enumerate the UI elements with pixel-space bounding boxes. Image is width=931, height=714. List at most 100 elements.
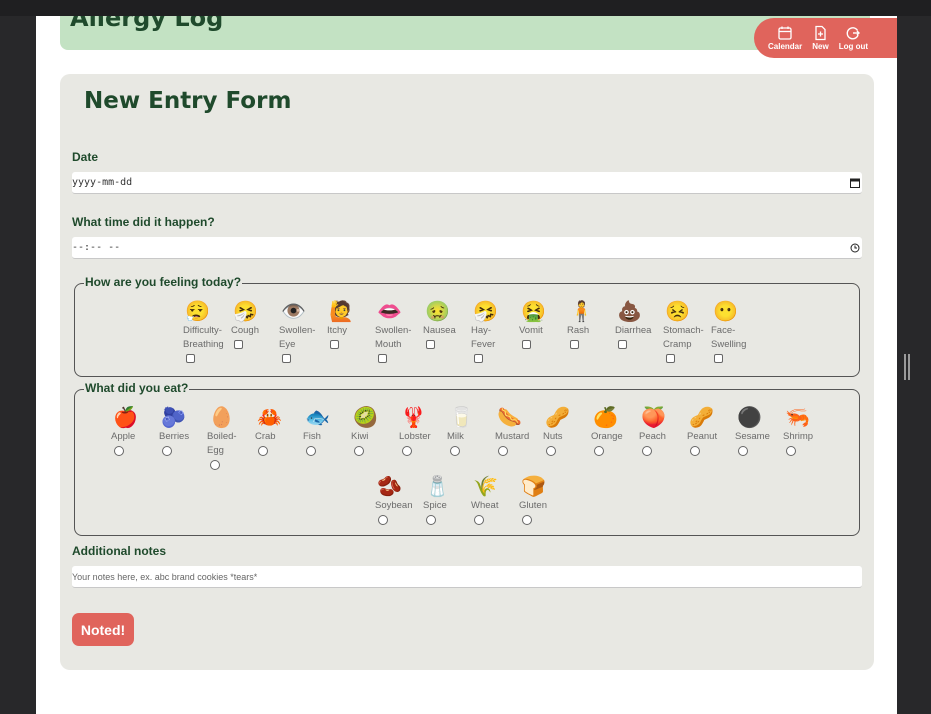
rash-icon: 🧍: [569, 301, 594, 323]
option-label: Stomach- Cramp: [663, 325, 704, 350]
food-option[interactable]: 🥜 Nuts: [543, 406, 591, 456]
food-radio[interactable]: [738, 446, 748, 456]
symptom-checkbox[interactable]: [330, 340, 339, 349]
crab-icon: 🦀: [257, 407, 282, 429]
symptom-checkbox[interactable]: [474, 354, 483, 363]
symptom-checkbox[interactable]: [186, 354, 195, 363]
symptom-option[interactable]: 🙋 Itchy: [327, 300, 375, 349]
food-option[interactable]: 🫐 Berries: [159, 406, 207, 456]
page: Allergy Log Calendar New Log out New Ent…: [36, 16, 897, 714]
food-radio[interactable]: [690, 446, 700, 456]
food-option[interactable]: 🦞 Lobster: [399, 406, 447, 456]
symptom-option[interactable]: 👁️ Swollen- Eye: [279, 300, 327, 363]
time-input[interactable]: --:-- --: [72, 237, 862, 259]
nav-calendar[interactable]: Calendar: [768, 25, 802, 51]
symptom-option[interactable]: 🤢 Nausea: [423, 300, 471, 349]
calendar-picker-icon[interactable]: [850, 178, 860, 188]
submit-button[interactable]: Noted!: [72, 613, 134, 646]
option-label: Shrimp: [783, 431, 814, 442]
food-radio[interactable]: [450, 446, 460, 456]
logout-icon: [846, 27, 861, 40]
food-option[interactable]: 🥜 Peanut: [687, 406, 735, 456]
date-value: yyyy-mm-dd: [72, 177, 133, 188]
food-radio[interactable]: [786, 446, 796, 456]
food-option[interactable]: 🫘 Soybean: [375, 475, 423, 525]
option-label: Cough: [231, 325, 259, 336]
app-title: Allergy Log: [70, 16, 224, 32]
nav-bar: Calendar New Log out: [754, 18, 897, 58]
symptom-option[interactable]: 🤧 Cough: [231, 300, 279, 349]
food-radio[interactable]: [522, 515, 532, 525]
food-option[interactable]: 🍞 Gluten: [519, 475, 567, 525]
food-option[interactable]: 🍑 Peach: [639, 406, 687, 456]
symptom-option[interactable]: 👄 Swollen- Mouth: [375, 300, 423, 363]
vomit-icon: 🤮: [521, 301, 546, 323]
browser-top-strip: [0, 0, 931, 16]
hay-fever-icon: 🤧: [473, 301, 498, 323]
option-label: Sesame: [735, 431, 770, 442]
food-option[interactable]: 🌭 Mustard: [495, 406, 543, 456]
form-title: New Entry Form: [84, 88, 292, 114]
symptom-checkbox[interactable]: [378, 354, 387, 363]
food-option[interactable]: 🦐 Shrimp: [783, 406, 831, 456]
food-radio[interactable]: [306, 446, 316, 456]
food-radio[interactable]: [594, 446, 604, 456]
symptom-checkbox[interactable]: [426, 340, 435, 349]
food-radio[interactable]: [378, 515, 388, 525]
symptom-option[interactable]: 🧍 Rash: [567, 300, 615, 349]
symptom-option[interactable]: 🤮 Vomit: [519, 300, 567, 349]
food-option[interactable]: 🥝 Kiwi: [351, 406, 399, 456]
swollen-mouth-icon: 👄: [377, 301, 402, 323]
food-radio[interactable]: [426, 515, 436, 525]
sesame-icon: ⚫: [737, 407, 762, 429]
symptom-checkbox[interactable]: [234, 340, 243, 349]
symptom-option[interactable]: 😮‍💨 Difficulty- Breathing: [183, 300, 231, 363]
nav-new[interactable]: New: [812, 25, 829, 51]
food-option[interactable]: ⚫ Sesame: [735, 406, 783, 456]
food-radio[interactable]: [162, 446, 172, 456]
symptom-option[interactable]: 💩 Diarrhea: [615, 300, 663, 349]
nuts-icon: 🥜: [545, 407, 570, 429]
symptom-checkbox[interactable]: [666, 354, 675, 363]
food-option[interactable]: 🌾 Wheat: [471, 475, 519, 525]
symptom-option[interactable]: 😶 Face- Swelling: [711, 300, 759, 363]
notes-input[interactable]: Your notes here, ex. abc brand cookies *…: [72, 566, 862, 588]
food-option[interactable]: 🐟 Fish: [303, 406, 351, 456]
itchy-icon: 🙋: [329, 301, 354, 323]
symptom-checkbox[interactable]: [618, 340, 627, 349]
symptom-checkbox[interactable]: [714, 354, 723, 363]
food-option[interactable]: 🧂 Spice: [423, 475, 471, 525]
option-label: Mustard: [495, 431, 530, 442]
food-radio[interactable]: [474, 515, 484, 525]
time-label: What time did it happen?: [72, 215, 215, 229]
food-radio[interactable]: [258, 446, 268, 456]
symptom-option[interactable]: 😣 Stomach- Cramp: [663, 300, 711, 363]
soybean-icon: 🫘: [377, 476, 402, 498]
food-radio[interactable]: [114, 446, 124, 456]
nav-logout[interactable]: Log out: [839, 25, 868, 51]
symptom-option[interactable]: 🤧 Hay- Fever: [471, 300, 519, 363]
symptom-checkbox[interactable]: [282, 354, 291, 363]
date-label: Date: [72, 150, 99, 164]
option-label: Hay- Fever: [471, 325, 496, 350]
food-option[interactable]: 🥚 Boiled- Egg: [207, 406, 255, 470]
food-option[interactable]: 🦀 Crab: [255, 406, 303, 456]
food-option[interactable]: 🍊 Orange: [591, 406, 639, 456]
symptom-checkbox[interactable]: [522, 340, 531, 349]
date-input[interactable]: yyyy-mm-dd: [72, 172, 862, 194]
food-radio[interactable]: [210, 460, 220, 470]
food-option[interactable]: 🍎 Apple: [111, 406, 159, 456]
symptom-checkbox[interactable]: [570, 340, 579, 349]
scrollbar-handle[interactable]: [904, 354, 910, 380]
food-radio[interactable]: [498, 446, 508, 456]
food-radio[interactable]: [642, 446, 652, 456]
option-label: Orange: [591, 431, 623, 442]
calendar-icon: [778, 26, 792, 40]
clock-icon[interactable]: [850, 243, 860, 253]
gluten-icon: 🍞: [521, 476, 546, 498]
food-option[interactable]: 🥛 Milk: [447, 406, 495, 456]
food-radio[interactable]: [402, 446, 412, 456]
food-radio[interactable]: [546, 446, 556, 456]
food-radio[interactable]: [354, 446, 364, 456]
feelings-legend: How are you feeling today?: [84, 275, 243, 289]
